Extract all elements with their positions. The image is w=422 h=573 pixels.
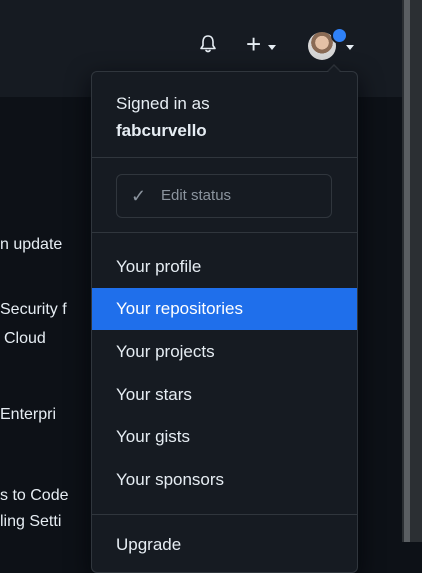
signed-in-label: Signed in as — [116, 94, 210, 113]
background-text-line: Security f — [0, 301, 67, 318]
edit-status-button[interactable]: ✓ Edit status — [116, 174, 332, 218]
bell-icon[interactable] — [198, 34, 218, 54]
background-text-line: n update — [0, 236, 63, 253]
menu-item-label: Your profile — [116, 257, 202, 276]
dropdown-pointer-inner — [327, 66, 341, 73]
menu-item-your-stars[interactable]: Your stars — [92, 374, 357, 416]
menu-item-label: Your stars — [116, 385, 192, 404]
create-new-button[interactable]: + — [246, 31, 261, 57]
check-icon: ✓ — [131, 186, 147, 206]
menu-divider — [92, 514, 357, 515]
menu-item-upgrade[interactable]: Upgrade — [92, 524, 357, 566]
menu-item-your-sponsors[interactable]: Your sponsors — [92, 459, 357, 501]
menu-item-label: Your sponsors — [116, 470, 225, 489]
create-new-chevron-down-icon[interactable] — [268, 45, 276, 50]
background-text-line: Enterpri — [0, 406, 57, 423]
scrollbar[interactable] — [402, 0, 422, 542]
menu-item-label: Your gists — [116, 427, 191, 446]
scrollbar-thumb[interactable] — [404, 0, 410, 542]
background-text-line: s to Code — [0, 487, 69, 504]
status-dot-icon — [331, 27, 348, 44]
menu-item-label: Upgrade — [116, 535, 182, 554]
menu-item-your-profile[interactable]: Your profile — [92, 246, 357, 288]
background-text-line: ling Setti — [0, 513, 62, 530]
menu-item-label: Your repositories — [116, 299, 243, 318]
avatar-chevron-down-icon[interactable] — [346, 45, 354, 50]
user-dropdown-menu: Signed in as fabcurvello ✓ Edit status Y… — [91, 71, 358, 573]
menu-item-your-projects[interactable]: Your projects — [92, 331, 357, 373]
menu-divider — [92, 232, 357, 233]
menu-divider — [92, 157, 357, 158]
username: fabcurvello — [116, 121, 207, 140]
menu-item-your-repositories[interactable]: Your repositories — [92, 288, 357, 330]
menu-item-your-gists[interactable]: Your gists — [92, 416, 357, 458]
background-text-line: Cloud — [4, 330, 46, 347]
menu-item-label: Your projects — [116, 342, 215, 361]
edit-status-label: Edit status — [161, 187, 232, 204]
